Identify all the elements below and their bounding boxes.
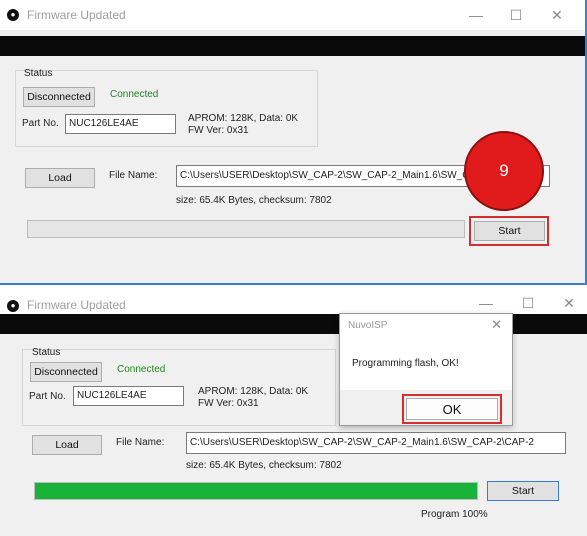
close-icon[interactable]: ✕ — [543, 4, 571, 26]
status-label: Status — [24, 68, 53, 79]
close-icon[interactable]: ✕ — [555, 292, 583, 314]
aprom-info: APROM: 128K, Data: 0K — [198, 386, 309, 397]
menu-bar — [0, 36, 585, 56]
dialog-footer: OK — [340, 390, 512, 425]
step-number-badge: 9 — [464, 131, 544, 211]
load-button[interactable]: Load — [32, 435, 102, 455]
progress-fill — [35, 483, 477, 499]
programming-dialog: NuvoISP ✕ Programming flash, OK! OK — [339, 313, 513, 426]
app-icon: ● — [7, 9, 19, 21]
ok-highlight — [402, 394, 502, 424]
start-highlight — [469, 216, 549, 246]
part-no-label: Part No. — [22, 118, 59, 129]
maximize-icon[interactable]: ☐ — [514, 292, 542, 314]
start-button[interactable]: Start — [487, 481, 559, 501]
disconnect-button[interactable]: Disconnected — [23, 87, 95, 107]
disconnect-button[interactable]: Disconnected — [30, 362, 102, 382]
load-button[interactable]: Load — [25, 168, 95, 188]
fw-version: FW Ver: 0x31 — [188, 125, 249, 136]
status-group — [15, 70, 318, 147]
part-no-label: Part No. — [29, 391, 66, 402]
app-icon: ● — [7, 300, 19, 312]
title-bar: ● Firmware Updated — ☐ ✕ — [0, 0, 585, 30]
aprom-info: APROM: 128K, Data: 0K — [188, 113, 299, 124]
maximize-icon[interactable]: ☐ — [502, 4, 530, 26]
connection-status: Connected — [110, 89, 159, 100]
minimize-icon[interactable]: — — [472, 292, 500, 314]
window-title: Firmware Updated — [27, 8, 126, 22]
file-name-label: File Name: — [109, 170, 158, 181]
part-no-field: NUC126LE4AE — [65, 114, 176, 134]
progress-bar — [27, 220, 465, 238]
file-path-field[interactable]: C:\Users\USER\Desktop\SW_CAP-2\SW_CAP-2_… — [186, 432, 566, 454]
minimize-icon[interactable]: — — [462, 4, 490, 26]
part-no-field: NUC126LE4AE — [73, 386, 184, 406]
file-name-label: File Name: — [116, 437, 165, 448]
fw-version: FW Ver: 0x31 — [198, 398, 259, 409]
status-label: Status — [32, 347, 61, 358]
dialog-title: NuvoISP — [348, 320, 388, 331]
file-info: size: 65.4K Bytes, checksum: 7802 — [186, 460, 342, 471]
connection-status: Connected — [117, 364, 166, 375]
progress-bar — [34, 482, 478, 500]
progress-text: Program 100% — [421, 509, 488, 520]
dialog-message: Programming flash, OK! — [352, 358, 459, 369]
window-title: Firmware Updated — [27, 298, 126, 312]
file-info: size: 65.4K Bytes, checksum: 7802 — [176, 195, 332, 206]
close-icon[interactable]: ✕ — [491, 317, 502, 333]
